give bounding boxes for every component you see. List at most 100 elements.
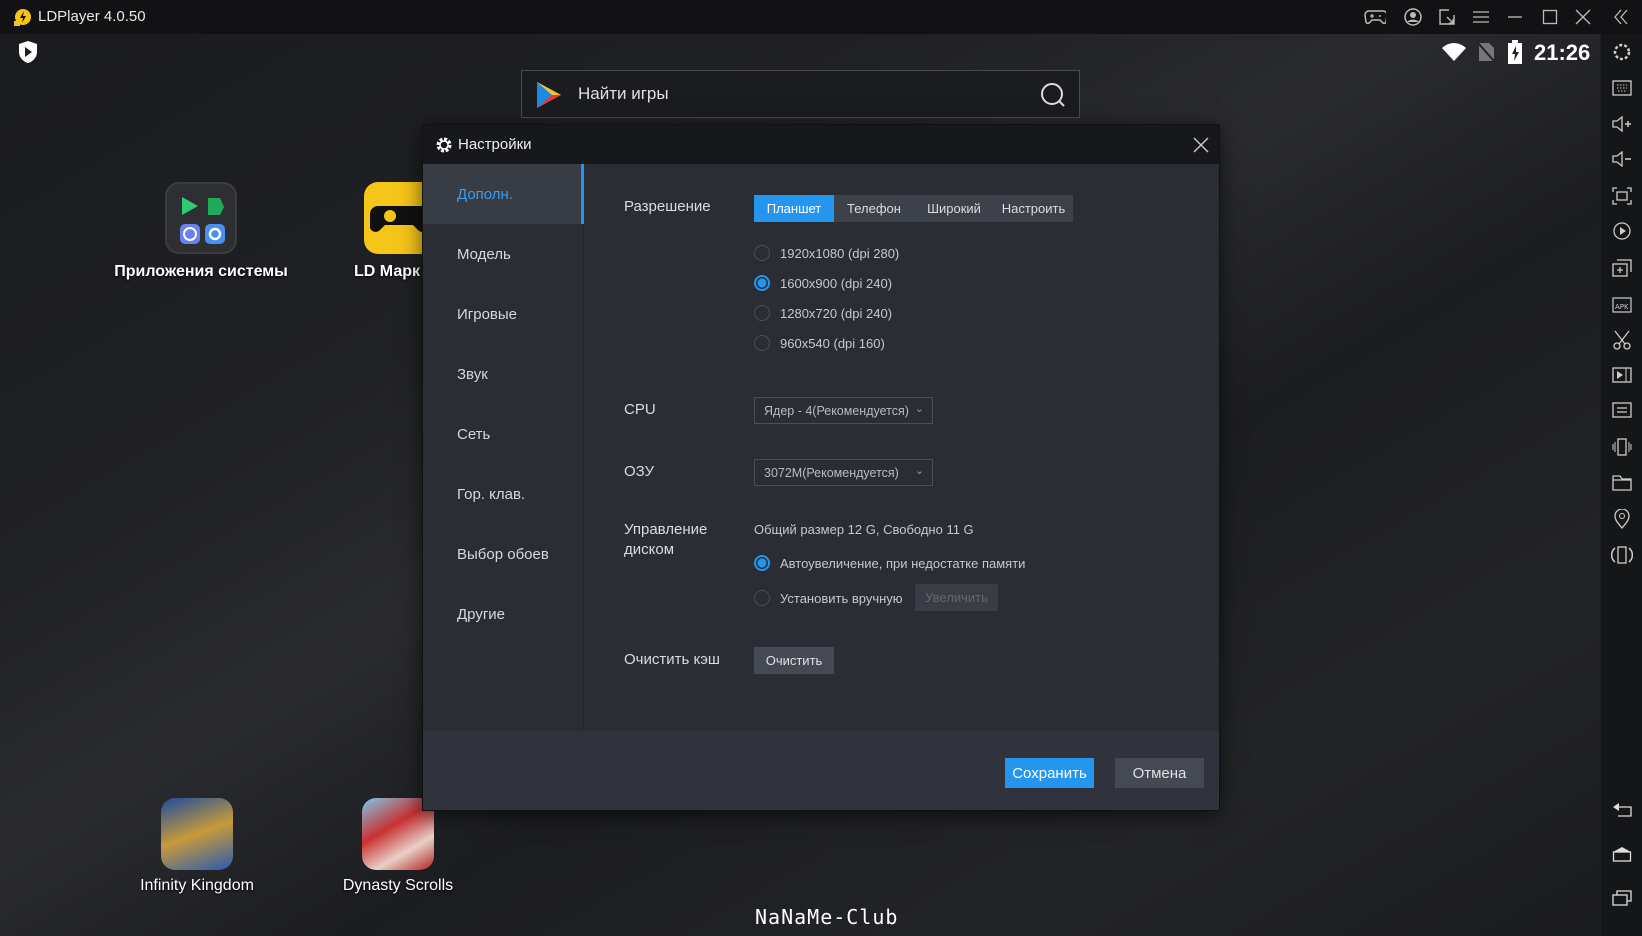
play-store-icon [537, 82, 561, 108]
resolution-label: Разрешение [624, 198, 711, 215]
gamepad-icon[interactable] [1364, 6, 1386, 28]
infinity-kingdom-app[interactable] [161, 798, 233, 870]
sidebar-item-label: Звук [457, 365, 488, 383]
title-bar: LDPlayer 4.0.50 [0, 0, 1642, 34]
cpu-select[interactable]: Ядер - 4(Рекомендуется) ⌄ [754, 397, 933, 424]
system-apps-folder[interactable] [165, 182, 237, 254]
volume-down-icon[interactable] [1611, 148, 1633, 170]
sidebar-item-label: Выбор обоев [457, 545, 549, 563]
maximize-icon[interactable] [1539, 6, 1561, 28]
ldplayer-logo-icon [14, 9, 31, 26]
cancel-button[interactable]: Отмена [1115, 758, 1204, 788]
recent-apps-icon[interactable] [1611, 887, 1633, 909]
app-label: Приложения системы [114, 263, 288, 280]
tab-phone[interactable]: Телефон [834, 195, 914, 222]
record-icon[interactable] [1611, 220, 1633, 242]
disk-manual-radio[interactable] [754, 590, 770, 606]
sidebar-item-sound[interactable]: Звук [423, 344, 584, 404]
apk-install-icon[interactable]: APK [1611, 293, 1633, 315]
dialog-title: Настройки [458, 136, 532, 153]
multi-instance-icon[interactable] [1611, 257, 1633, 279]
resolution-option-label: 1600x900 (dpi 240) [780, 276, 893, 291]
ram-select[interactable]: 3072M(Рекомендуется) ⌄ [754, 459, 933, 486]
keyboard-icon[interactable] [1611, 77, 1633, 99]
chevron-down-icon: ⌄ [914, 403, 924, 415]
dialog-footer: Сохранить Отмена [423, 731, 1219, 810]
save-button[interactable]: Сохранить [1005, 758, 1094, 788]
watermark: NaNaMe-Club [755, 905, 899, 929]
cpu-label: CPU [624, 401, 656, 418]
collapse-icon[interactable] [1610, 6, 1632, 28]
location-icon[interactable] [1611, 508, 1633, 530]
back-icon[interactable] [1611, 799, 1633, 821]
sidebar-item-network[interactable]: Сеть [423, 404, 584, 464]
resolution-radio-960[interactable] [754, 335, 770, 351]
sidebar-item-label: Дополн. [457, 185, 514, 203]
sync-icon[interactable] [1611, 399, 1633, 421]
resolution-radio-1600[interactable] [754, 275, 770, 291]
resolution-option-label: 1280x720 (dpi 240) [780, 306, 893, 321]
ram-value: 3072M(Рекомендуется) [764, 465, 899, 480]
right-toolbar: APK [1600, 34, 1642, 936]
clear-cache-label: Очистить кэш [624, 651, 720, 668]
resolution-radio-1920[interactable] [754, 245, 770, 261]
sidebar-item-game[interactable]: Игровые [423, 284, 584, 344]
chevron-down-icon: ⌄ [914, 465, 924, 477]
tab-custom[interactable]: Настроить [994, 195, 1073, 222]
disk-label: Управление [624, 521, 708, 538]
disk-auto-radio[interactable] [754, 555, 770, 571]
svg-text:APK: APK [1615, 303, 1629, 311]
clear-cache-button[interactable]: Очистить [754, 647, 834, 674]
window-title: LDPlayer 4.0.50 [38, 8, 146, 25]
wifi-icon [1442, 43, 1466, 61]
shake-icon[interactable] [1611, 436, 1633, 458]
increase-button[interactable]: Увеличить [915, 584, 998, 611]
volume-up-icon[interactable] [1611, 113, 1633, 135]
close-icon[interactable] [1193, 137, 1209, 153]
tab-tablet[interactable]: Планшет [754, 195, 834, 222]
cpu-value: Ядер - 4(Рекомендуется) [764, 403, 909, 418]
ram-label: ОЗУ [624, 463, 655, 480]
resolution-option-label: 960x540 (dpi 160) [780, 336, 885, 351]
disk-auto-label: Автоувеличение, при недостатке памяти [780, 556, 1026, 571]
system-apps-icon [180, 197, 225, 244]
scissors-icon[interactable] [1611, 329, 1633, 351]
search-bar[interactable]: Найти игры [521, 70, 1080, 118]
disk-label-2: диском [624, 541, 675, 558]
settings-sidebar: Дополн. Модель Игровые Звук Сеть Гор. кл… [423, 164, 584, 731]
menu-icon[interactable] [1470, 6, 1492, 28]
gear-icon [436, 137, 452, 153]
app-label: Dynasty Scrolls [342, 877, 454, 894]
rotate-icon[interactable] [1611, 544, 1633, 566]
sidebar-item-label: Сеть [457, 425, 491, 443]
close-icon[interactable] [1572, 6, 1594, 28]
account-icon[interactable] [1402, 6, 1424, 28]
video-icon[interactable] [1611, 364, 1633, 386]
app-label: LD Марк [354, 263, 420, 280]
settings-dialog: Настройки Дополн. Модель Игровые Звук Се… [422, 124, 1220, 811]
folder-icon[interactable] [1611, 472, 1633, 494]
resolution-radio-1280[interactable] [754, 305, 770, 321]
fullscreen-icon[interactable] [1611, 185, 1633, 207]
resolution-option-label: 1920x1080 (dpi 280) [780, 246, 900, 261]
battery-charging-icon [1508, 40, 1522, 64]
disk-manual-label: Установить вручную [780, 591, 903, 606]
sidebar-item-label: Игровые [457, 305, 518, 323]
shield-play-icon[interactable] [17, 40, 39, 64]
sidebar-item-label: Другие [457, 605, 506, 623]
tab-wide[interactable]: Широкий [914, 195, 994, 222]
minimize-icon[interactable] [1504, 6, 1526, 28]
sidebar-item-model[interactable]: Модель [423, 224, 584, 284]
search-input[interactable]: Найти игры [578, 84, 669, 104]
sidebar-item-other[interactable]: Другие [423, 584, 584, 644]
status-time: 21:26 [1534, 40, 1591, 65]
sidebar-item-hotkeys[interactable]: Гор. клав. [423, 464, 584, 524]
no-sim-icon [1477, 42, 1495, 62]
sidebar-item-label: Гор. клав. [457, 485, 526, 503]
home-icon[interactable] [1611, 843, 1633, 865]
search-icon[interactable] [1040, 82, 1066, 108]
resize-icon[interactable] [1436, 6, 1458, 28]
settings-icon[interactable] [1611, 41, 1633, 63]
sidebar-item-wallpaper[interactable]: Выбор обоев [423, 524, 584, 584]
sidebar-item-advanced[interactable]: Дополн. [423, 164, 584, 224]
